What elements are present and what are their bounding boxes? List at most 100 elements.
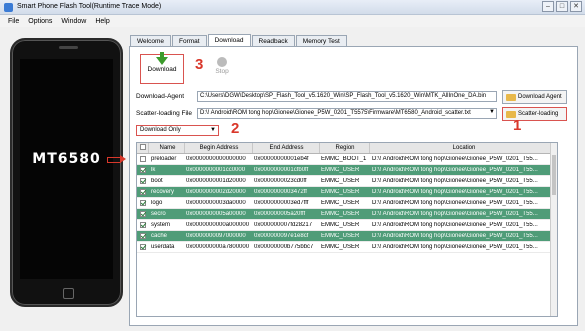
- cell-end-address: 0x0000000003472ff: [254, 189, 307, 195]
- download-agent-button[interactable]: Download Agent: [502, 90, 567, 104]
- table-row[interactable]: lk 0x0000000001cc0000 0x0000000001cfb0ff EM…: [137, 165, 557, 176]
- col-end-address: End Address: [253, 143, 320, 153]
- menu-options[interactable]: Options: [28, 18, 52, 25]
- row-checkbox[interactable]: [140, 155, 146, 162]
- folder-icon: [506, 94, 516, 101]
- scatter-loading-button[interactable]: Scatter-loading: [502, 107, 567, 121]
- row-checkbox-cell[interactable]: [137, 199, 149, 207]
- menu-help[interactable]: Help: [95, 18, 109, 25]
- cell-begin-address: 0x0000000001cc0000: [186, 167, 246, 173]
- download-agent-label: Download-Agent: [136, 93, 185, 100]
- table-scrollbar[interactable]: [550, 143, 557, 316]
- row-checkbox[interactable]: [140, 177, 146, 184]
- cell-end-address: 0x000000097e1e8cf: [254, 233, 309, 239]
- table-row[interactable]: boot 0x0000000001d20000 0x0000000023cd0ff E…: [137, 176, 557, 187]
- cell-region: EMMC_USER: [321, 178, 360, 184]
- phone-image: MT6580: [10, 38, 123, 307]
- table-row[interactable]: system 0x0000000000a000000 0x000000007fd28…: [137, 220, 557, 231]
- tab-welcome[interactable]: Welcome: [130, 35, 171, 46]
- table-body: preloader 0x0000000000000000 0x00000000001…: [137, 154, 557, 253]
- row-checkbox-cell[interactable]: [137, 166, 149, 174]
- row-checkbox[interactable]: [140, 243, 146, 250]
- row-checkbox[interactable]: [140, 232, 146, 239]
- cell-end-address: 0x000000005a20fff: [254, 211, 306, 217]
- phone-home-button: [63, 288, 74, 299]
- table-row[interactable]: cache 0x0000000097000000 0x000000097e1e8cf…: [137, 231, 557, 242]
- tab-readback[interactable]: Readback: [251, 35, 295, 46]
- table-row[interactable]: recovery 0x0000000002d20000 0x000000000347…: [137, 187, 557, 198]
- download-button[interactable]: Download: [140, 52, 184, 84]
- row-checkbox-cell[interactable]: [137, 188, 149, 196]
- scatter-file-path[interactable]: D:\! Android\ROM tong hop\Gionee\Gionee_…: [197, 108, 497, 119]
- maximize-button[interactable]: □: [556, 1, 568, 12]
- cell-name: cache: [151, 233, 168, 239]
- cell-name: system: [151, 222, 171, 228]
- col-name: Name: [149, 143, 185, 153]
- cell-name: userdata: [151, 244, 175, 250]
- app-icon: [4, 3, 13, 12]
- row-checkbox[interactable]: [140, 221, 146, 228]
- close-button[interactable]: ✕: [570, 1, 582, 12]
- table-row[interactable]: preloader 0x0000000000000000 0x00000000001…: [137, 154, 557, 165]
- cell-location: D:\! Android\ROM tong hop\Gionee\Gionee_…: [372, 178, 538, 184]
- row-checkbox-cell[interactable]: [137, 232, 149, 240]
- row-checkbox-cell[interactable]: [137, 155, 149, 163]
- row-checkbox[interactable]: [140, 199, 146, 206]
- table-row[interactable]: secro 0x0000000005a00000 0x000000005a20fff…: [137, 209, 557, 220]
- stop-button[interactable]: Stop: [200, 54, 244, 84]
- menu-window[interactable]: Window: [61, 18, 86, 25]
- annotation-3: 3: [195, 56, 204, 73]
- partition-table: Name Begin Address End Address Region Lo…: [136, 142, 558, 317]
- title-bar: Smart Phone Flash Tool(Runtime Trace Mod…: [0, 0, 585, 15]
- tab-format[interactable]: Format: [171, 35, 207, 46]
- tab-memory-test[interactable]: Memory Test: [295, 35, 347, 46]
- cell-end-address: 0x0000000023cd0ff: [254, 178, 307, 184]
- cell-end-address: 0x0000000001cfb0ff: [254, 167, 309, 173]
- select-all-cell[interactable]: [137, 143, 149, 153]
- cell-end-address: 0x0000000003ed7fff: [254, 200, 309, 206]
- cell-location: D:\! Android\ROM tong hop\Gionee\Gionee_…: [372, 244, 538, 250]
- cell-begin-address: 0x0000000000000000: [186, 156, 246, 162]
- cell-name: preloader: [151, 156, 177, 162]
- cell-region: EMMC_USER: [321, 200, 360, 206]
- window-controls: ‒ □ ✕: [542, 1, 582, 12]
- cell-region: EMMC_USER: [321, 233, 360, 239]
- minimize-button[interactable]: ‒: [542, 1, 554, 12]
- window-title: Smart Phone Flash Tool(Runtime Trace Mod…: [17, 3, 162, 10]
- col-region: Region: [320, 143, 370, 153]
- row-checkbox[interactable]: [140, 166, 146, 173]
- cell-region: EMMC_BOOT_1: [321, 156, 367, 162]
- col-begin-address: Begin Address: [185, 143, 253, 153]
- cell-end-address: 0x00000000b775bbc7: [254, 244, 314, 250]
- chip-label: MT6580: [32, 151, 101, 167]
- download-mode-value: Download Only: [140, 127, 181, 133]
- select-all-checkbox[interactable]: [139, 144, 146, 151]
- phone-speaker: [59, 46, 78, 49]
- row-checkbox-cell[interactable]: [137, 210, 149, 218]
- row-checkbox[interactable]: [140, 210, 146, 217]
- cell-location: D:\! Android\ROM tong hop\Gionee\Gionee_…: [372, 211, 538, 217]
- download-panel: Download Stop 3 Download-Agent C:\Users\…: [129, 46, 578, 326]
- scatter-file-label: Scatter-loading File: [136, 110, 192, 117]
- cell-region: EMMC_USER: [321, 211, 360, 217]
- table-row[interactable]: userdata 0x000000000a7800000 0x00000000b77…: [137, 242, 557, 253]
- download-mode-select[interactable]: Download Only ▼: [136, 125, 219, 136]
- annotation-1: 1: [513, 117, 522, 134]
- menu-file[interactable]: File: [8, 18, 19, 25]
- tab-download[interactable]: Download: [207, 34, 251, 46]
- cell-name: boot: [151, 178, 163, 184]
- stop-button-label: Stop: [215, 68, 229, 75]
- row-checkbox[interactable]: [140, 188, 146, 195]
- scrollbar-thumb[interactable]: [552, 155, 556, 195]
- chevron-down-icon: ▼: [210, 127, 216, 133]
- row-checkbox-cell[interactable]: [137, 177, 149, 185]
- table-row[interactable]: logo 0x0000000003da0000 0x0000000003ed7fff…: [137, 198, 557, 209]
- row-checkbox-cell[interactable]: [137, 243, 149, 251]
- cell-begin-address: 0x0000000001d20000: [186, 178, 246, 184]
- cell-begin-address: 0x0000000000a000000: [186, 222, 250, 228]
- chevron-down-icon: ▼: [489, 109, 495, 115]
- download-agent-path[interactable]: C:\Users\DGW\Desktop\SP_Flash_Tool_v5.16…: [197, 91, 497, 102]
- cell-location: D:\! Android\ROM tong hop\Gionee\Gionee_…: [372, 156, 538, 162]
- cell-begin-address: 0x0000000005a00000: [186, 211, 246, 217]
- row-checkbox-cell[interactable]: [137, 221, 149, 229]
